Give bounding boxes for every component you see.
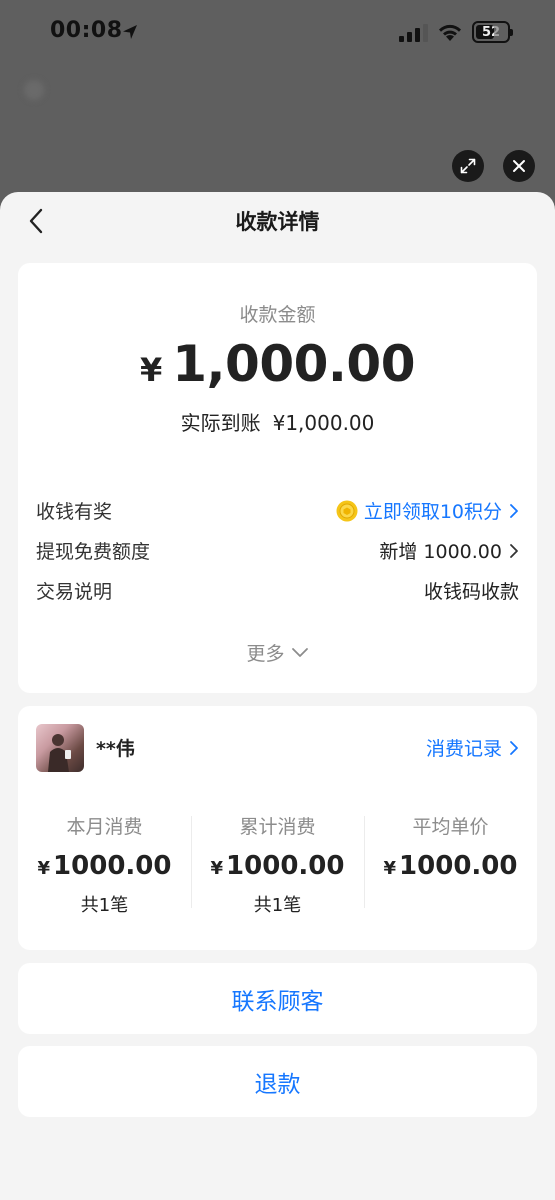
transaction-note-row: 交易说明 收钱码收款 <box>36 577 519 604</box>
consumption-record-link[interactable]: 消费记录 <box>426 734 519 761</box>
cellular-signal-icon <box>399 24 428 42</box>
reward-row[interactable]: 收钱有奖 立即领取10积分 <box>36 497 519 524</box>
background-back-icon <box>24 80 44 100</box>
stat-label: 累计消费 <box>239 816 316 838</box>
transaction-note-value: 收钱码收款 <box>423 581 519 603</box>
close-icon <box>513 160 525 172</box>
refund-button[interactable]: 退款 <box>18 1046 537 1117</box>
chevron-right-icon <box>510 543 518 558</box>
stat-amount: 1000.00 <box>53 851 172 881</box>
amount-row: ¥ 1,000.00 <box>18 335 537 393</box>
nav-bar: 收款详情 <box>0 192 555 250</box>
battery-icon: 52 <box>472 21 513 43</box>
stat-average: 平均单价 ¥1000.00 <box>364 808 537 908</box>
amount-value: 1,000.00 <box>172 335 415 393</box>
reward-value-text: 立即领取10积分 <box>363 501 502 523</box>
location-arrow-icon <box>123 25 137 39</box>
transaction-note-label: 交易说明 <box>36 581 113 603</box>
stat-total: 累计消费 ¥1000.00 共1笔 <box>191 808 364 916</box>
currency-symbol: ¥ <box>210 858 224 879</box>
stat-label: 本月消费 <box>66 816 143 838</box>
free-quota-row[interactable]: 提现免费额度 新增 1000.00 <box>36 537 519 564</box>
back-button[interactable] <box>24 206 48 236</box>
avatar-figure-icon <box>48 734 71 772</box>
wifi-icon <box>439 24 461 41</box>
battery-percent: 52 <box>481 24 501 40</box>
more-button[interactable]: 更多 <box>18 639 537 666</box>
consumption-record-label: 消费记录 <box>425 738 502 760</box>
free-quota-value: 新增 1000.00 <box>379 537 519 564</box>
stat-amount: 1000.00 <box>226 851 345 881</box>
avatar[interactable] <box>36 724 84 772</box>
free-quota-value-text: 新增 1000.00 <box>379 541 502 563</box>
chevron-right-icon <box>510 740 518 755</box>
customer-card: **伟 消费记录 本月消费 ¥1000.00 共1笔 累计消费 ¥1000.00… <box>18 706 537 950</box>
actual-received-value: ¥1,000.00 <box>272 411 375 435</box>
stat-value: ¥1000.00 <box>191 851 364 881</box>
close-button[interactable] <box>503 150 535 182</box>
actual-received-label: 实际到账 <box>180 411 261 435</box>
currency-symbol: ¥ <box>383 858 397 879</box>
reward-label: 收钱有奖 <box>36 501 113 523</box>
expand-button[interactable] <box>452 150 484 182</box>
stat-monthly: 本月消费 ¥1000.00 共1笔 <box>18 808 191 916</box>
status-time: 00:08 <box>50 18 123 43</box>
stat-value: ¥1000.00 <box>18 851 191 881</box>
free-quota-label: 提现免费额度 <box>36 541 151 563</box>
consumption-stats: 本月消费 ¥1000.00 共1笔 累计消费 ¥1000.00 共1笔 平均单价… <box>18 808 537 916</box>
amount-label: 收款金额 <box>239 304 316 326</box>
currency-symbol: ¥ <box>140 351 163 389</box>
status-bar: 00:08 52 <box>0 0 555 100</box>
coin-icon <box>336 500 358 521</box>
reward-value[interactable]: 立即领取10积分 <box>336 497 519 524</box>
chevron-right-icon <box>510 503 518 518</box>
page-title: 收款详情 <box>235 210 320 234</box>
stat-count: 共1笔 <box>253 895 302 916</box>
actual-received: 实际到账 ¥1,000.00 <box>18 407 537 436</box>
customer-name: **伟 <box>96 738 135 760</box>
amount-card: 收款金额 ¥ 1,000.00 实际到账 ¥1,000.00 收钱有奖 立即领取1… <box>18 263 537 693</box>
stat-count: 共1笔 <box>80 895 129 916</box>
currency-symbol: ¥ <box>37 858 51 879</box>
stat-amount: 1000.00 <box>399 851 518 881</box>
chevron-down-icon <box>291 648 308 657</box>
payment-detail-sheet: 收款详情 收款金额 ¥ 1,000.00 实际到账 ¥1,000.00 收钱有奖 … <box>0 192 555 1200</box>
more-label: 更多 <box>246 643 285 665</box>
stat-label: 平均单价 <box>412 816 489 838</box>
stat-value: ¥1000.00 <box>364 851 537 881</box>
chevron-left-icon <box>29 208 43 234</box>
contact-customer-button[interactable]: 联系顾客 <box>18 963 537 1034</box>
expand-icon <box>460 158 476 174</box>
